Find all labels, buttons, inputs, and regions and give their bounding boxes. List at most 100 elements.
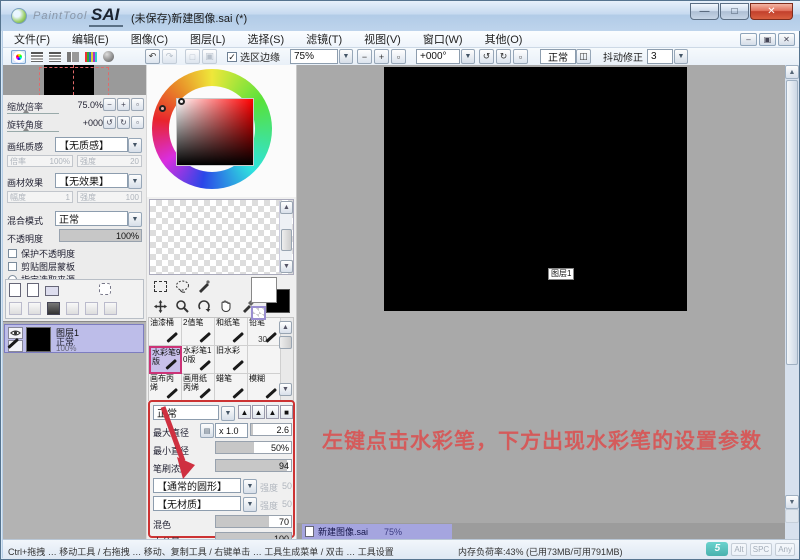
stabilizer-dropdown-button[interactable]: ▼ [674,49,688,64]
scroll-up-icon[interactable]: ▲ [785,65,799,79]
stabilizer-combo[interactable]: 3 [647,49,673,64]
nav-rotate-ccw-button[interactable]: ↺ [103,116,116,129]
zoom-in-button[interactable]: + [374,49,389,64]
rotate-ccw-button[interactable]: ↺ [479,49,494,64]
angle-slider-thumb[interactable] [23,127,29,131]
zoom-out-button[interactable]: − [357,49,372,64]
document-canvas[interactable] [384,67,687,311]
nav-zoom-in-button[interactable]: + [117,98,130,111]
rotate-reset-button[interactable]: ▫ [513,49,528,64]
edge-shape-3-button[interactable]: ▲ [266,405,279,419]
new-layer-set-icon[interactable] [45,286,59,296]
nav-zoom-reset-button[interactable]: ▫ [131,98,144,111]
diameter-unit-button[interactable]: ▤ [200,423,214,438]
maximize-button[interactable]: □ [720,3,749,20]
material-effect-combo[interactable]: 【无效果】 [55,173,128,188]
deselect-button[interactable]: □ [185,49,200,64]
rect-select-tool[interactable] [151,277,169,295]
scratchpad-scroll-down-icon[interactable]: ▼ [280,260,293,273]
brush-texture-dropdown-button[interactable]: ▼ [243,497,257,512]
blend-mode-combo[interactable]: 正常 [55,211,128,226]
navigator-preview[interactable] [3,65,146,95]
scratchpad-scroll-thumb[interactable] [281,229,292,251]
delete-layer-icon[interactable] [66,302,79,315]
rotate-cw-button[interactable]: ↻ [496,49,511,64]
select-pen-tool[interactable] [195,277,213,295]
protect-opacity-checkbox[interactable] [8,249,17,258]
brush-empty-slot[interactable] [248,346,281,374]
brush-canvas-acrylic[interactable]: 画布丙烯 [149,374,182,402]
undo-button[interactable]: ↶ [145,49,160,64]
opacity-slider[interactable]: 100% [59,229,142,242]
selection-edge-checkbox[interactable]: ✓ [227,52,237,62]
clipping-mask-option[interactable]: 剪贴图层蒙板 [8,260,75,272]
scratchpad-scroll-up-icon[interactable]: ▲ [280,201,293,214]
blend-mode-dropdown-button[interactable]: ▼ [128,212,142,227]
brush-pencil[interactable]: 铅笔 30 [248,318,281,346]
scroll-thumb[interactable] [786,80,798,365]
brush-washi-pen[interactable]: 和纸笔 [215,318,248,346]
menu-select[interactable]: 选择(S) [236,31,295,47]
menu-layer[interactable]: 图层(L) [179,31,236,47]
rotate-view-tool[interactable] [195,297,213,315]
nav-zoom-out-button[interactable]: − [103,98,116,111]
menu-view[interactable]: 视图(V) [353,31,412,47]
brush-old-watercolor[interactable]: 旧水彩 [215,346,248,374]
zoom-combo[interactable]: 75% [290,49,338,64]
saturation-value-square[interactable] [177,99,253,165]
new-layer-icon[interactable] [9,283,21,297]
paper-texture-dropdown-button[interactable]: ▼ [128,138,142,153]
hsv-slider-panel-button[interactable] [47,50,62,64]
transparent-color-swatch[interactable] [251,306,266,320]
close-button[interactable]: ✕ [750,3,793,20]
redo-button[interactable]: ↷ [162,49,177,64]
brush-watercolor-9-selected[interactable]: 水彩笔9版 [149,346,182,374]
diameter-scale-combo[interactable]: x 1.0 [215,423,248,438]
canvas-workspace[interactable]: 图层1 左键点击水彩笔，下方出现水彩笔的设置参数 新建图像.sai 75% [296,65,785,539]
lasso-tool[interactable] [173,277,191,295]
zoom-reset-button[interactable]: ▫ [391,49,406,64]
edge-shape-2-button[interactable]: ▲ [252,405,265,419]
color-wheel-panel-button[interactable] [11,50,26,64]
clear-layer-icon[interactable] [47,302,60,315]
color-blend-slider[interactable]: 70 [215,515,292,528]
menu-window[interactable]: 窗口(W) [412,31,474,47]
material-effect-dropdown-button[interactable]: ▼ [128,174,142,189]
angle-dropdown-button[interactable]: ▼ [461,49,475,64]
brush-blur[interactable]: 模糊 [248,374,281,402]
nav-rotate-cw-button[interactable]: ↻ [117,116,130,129]
protect-opacity-option[interactable]: 保护不透明度 [8,247,75,259]
brush-scroll-thumb[interactable] [279,336,292,349]
nav-rotate-reset-button[interactable]: ▫ [131,116,144,129]
menu-others[interactable]: 其他(O) [474,31,534,47]
angle-combo[interactable]: +000° [416,49,460,64]
color-mixer-panel-button[interactable] [65,50,80,64]
max-diameter-slider[interactable]: 2.6 [250,423,292,436]
document-tab[interactable]: 新建图像.sai 75% [302,524,452,539]
foreground-color-swatch[interactable] [251,277,277,303]
mdi-restore-button[interactable]: ▣ [759,33,776,46]
hue-marker[interactable] [159,105,166,112]
menu-canvas[interactable]: 图像(C) [120,31,179,47]
paint-mode-combo[interactable]: 正常 [153,405,219,420]
scratchpad-scrollbar[interactable]: ▲ ▼ [279,201,292,273]
edge-shape-4-button[interactable]: ■ [280,405,293,419]
swatches-panel-button[interactable] [83,50,98,64]
sv-marker[interactable] [178,98,185,105]
zoom-tool[interactable] [173,297,191,315]
scratchpad[interactable]: ▲ ▼ [149,199,294,275]
flip-view-button[interactable]: ◫ [576,49,591,64]
copy-layer-icon[interactable] [85,302,98,315]
brush-bucket[interactable]: 油漆桶 [149,318,182,346]
minimize-button[interactable]: — [690,3,719,20]
menu-filter[interactable]: 滤镜(T) [295,31,353,47]
brush-tray-scrollbar[interactable]: ▲ ▼ [279,319,292,399]
rgb-slider-panel-button[interactable] [29,50,44,64]
canvas-vertical-scrollbar[interactable]: ▲ ▼ [785,65,799,539]
invert-selection-button[interactable]: ▣ [202,49,217,64]
mdi-minimize-button[interactable]: – [740,33,757,46]
brush-shape-dropdown-button[interactable]: ▼ [243,479,257,494]
menu-edit[interactable]: 编辑(E) [61,31,120,47]
new-lineart-layer-icon[interactable] [27,283,39,297]
hand-tool[interactable] [217,297,235,315]
